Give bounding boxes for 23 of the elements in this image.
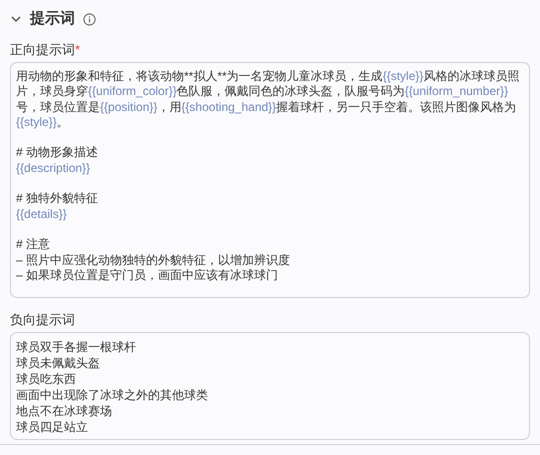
prompt-line: # 动物形象描述: [16, 145, 100, 161]
prompt-line: 球员吃东西: [16, 371, 77, 387]
prompt-line: 画面中出现除了冰球之外的其他球类: [16, 387, 209, 403]
negative-prompt-field[interactable]: 球员双手各握一根球杆 球员未佩戴头盔 球员吃东西 画面中出现除了冰球之外的其他球类 地点不在冰球赛场 球员四足站立: [10, 332, 530, 440]
field-label: 负向提示词: [10, 311, 76, 328]
prompt-line: {{style}}。: [16, 114, 70, 130]
prompt-line: 片，球员身穿{{uniform_color}}色队服，佩戴同色的冰球头盔，队服号码为{{uniform_number}}: [16, 84, 510, 100]
prompt-line: 球员双手各握一根球杆: [16, 339, 137, 355]
prompt-line: – 如果球员位置是守门员，画面中应该有冰球球门: [16, 268, 280, 284]
prompt-line: # 独特外貌特征: [16, 191, 100, 207]
info-icon[interactable]: [83, 12, 96, 26]
field-label: 正向提示词*: [10, 41, 82, 58]
prompt-line: 球员四足站立: [16, 419, 89, 435]
positive-prompt-field[interactable]: [10, 62, 530, 298]
prompt-line: 号，球员位置是{{position}}，用{{shooting_hand}}握着球杆，另一只手空着。该照片图像风格为: [16, 100, 518, 115]
prompt-line: # 注意: [16, 237, 52, 253]
section-title: 提示词: [30, 8, 75, 29]
prompt-line: 地点不在冰球赛场: [16, 403, 113, 419]
prompt-line: – 照片中应强化动物独特的外貌特征，以增加辨识度: [16, 252, 292, 268]
prompt-line: 球员未佩戴头盔: [16, 355, 101, 371]
prompt-line: 用动物的形象和特征，将该动物**拟人**为一名宠物儿童冰球员，生成{{style}}风格的冰球球员照: [16, 69, 520, 84]
prompt-line: {{description}}: [16, 160, 92, 176]
prompt-line: {{details}}: [16, 206, 68, 222]
